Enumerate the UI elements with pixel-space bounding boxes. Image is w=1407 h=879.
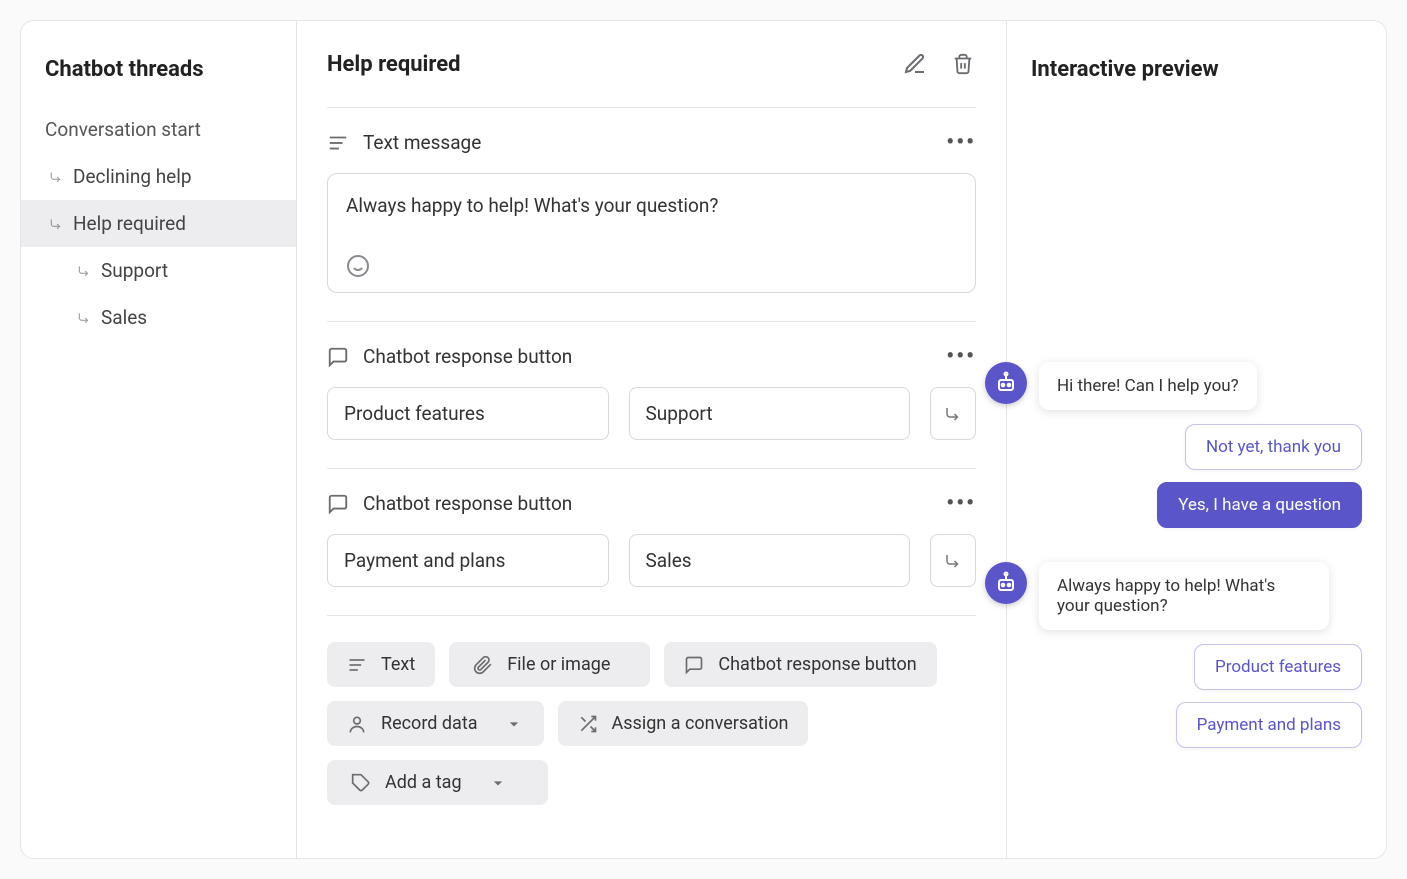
text-message-card[interactable]: Always happy to help! What's your questi…: [327, 173, 976, 293]
chat-area: Hi there! Can I help you? Not yet, thank…: [1031, 362, 1362, 748]
block-header: Chatbot response button •••: [327, 491, 976, 516]
text-lines-icon: [327, 132, 349, 154]
block-text-message: Text message ••• Always happy to help! W…: [327, 108, 976, 322]
add-tag-button[interactable]: Add a tag: [327, 760, 548, 805]
block-response-2: Chatbot response button ••• Payment and …: [327, 469, 976, 616]
response-label-input[interactable]: Product features: [327, 387, 609, 440]
toolbar-label: Add a tag: [385, 772, 462, 793]
sidebar-item-label: Help required: [73, 212, 186, 235]
toolbar-label: Text: [381, 654, 415, 675]
bot-message-row: Hi there! Can I help you?: [1031, 362, 1362, 410]
bot-message: Always happy to help! What's your questi…: [1039, 562, 1329, 630]
main-header: Help required: [327, 51, 976, 108]
sidebar-item-label: Support: [101, 259, 168, 282]
app-frame: Chatbot threads Conversation start Decli…: [20, 20, 1387, 859]
bot-message-row: Always happy to help! What's your questi…: [1031, 562, 1362, 630]
paperclip-icon: [473, 655, 493, 675]
toolbar-label: Chatbot response button: [718, 654, 916, 675]
response-target-input[interactable]: Sales: [629, 534, 911, 587]
block-more-button[interactable]: •••: [946, 491, 976, 516]
sub-arrow-icon: [77, 264, 91, 278]
preview-choice-yes-question[interactable]: Yes, I have a question: [1157, 482, 1362, 528]
toolbar-label: Assign a conversation: [612, 713, 789, 734]
toolbar-label: File or image: [507, 654, 610, 675]
chat-bubble-icon: [327, 493, 349, 515]
text-message-content[interactable]: Always happy to help! What's your questi…: [346, 194, 957, 217]
bot-message: Hi there! Can I help you?: [1039, 362, 1257, 410]
add-response-button[interactable]: Chatbot response button: [664, 642, 936, 687]
add-block-toolbar: Text File or image Chatbot response butt…: [327, 616, 976, 805]
block-header: Text message •••: [327, 130, 976, 155]
preview-choice-payment-plans[interactable]: Payment and plans: [1176, 702, 1362, 748]
sub-arrow-icon: [49, 217, 63, 231]
chevron-down-icon: [488, 773, 508, 793]
delete-button[interactable]: [950, 51, 976, 77]
preview-title: Interactive preview: [1031, 57, 1362, 82]
person-icon: [347, 714, 367, 734]
sidebar-root-item[interactable]: Conversation start: [21, 106, 296, 153]
response-link-button[interactable]: [930, 387, 976, 440]
edit-button[interactable]: [902, 51, 928, 77]
bot-avatar-icon: [985, 562, 1027, 604]
assign-conversation-button[interactable]: Assign a conversation: [558, 701, 809, 746]
sidebar-item-declining-help[interactable]: Declining help: [21, 153, 296, 200]
add-text-button[interactable]: Text: [327, 642, 435, 687]
sub-arrow-icon: [49, 170, 63, 184]
response-target-input[interactable]: Support: [629, 387, 911, 440]
block-title: Chatbot response button: [363, 345, 572, 368]
emoji-picker-button[interactable]: [346, 254, 370, 278]
choice-group-2: Product features Payment and plans: [1031, 644, 1362, 748]
choice-group-1: Not yet, thank you Yes, I have a questio…: [1031, 424, 1362, 528]
thread-title: Help required: [327, 52, 460, 77]
response-link-button[interactable]: [930, 534, 976, 587]
main-editor: Help required Text message ••• Always ha…: [297, 21, 1006, 858]
sidebar-item-help-required[interactable]: Help required: [21, 200, 296, 247]
sidebar-item-support[interactable]: Support: [21, 247, 296, 294]
preview-panel: Interactive preview Hi there! Can I help…: [1006, 21, 1386, 858]
sidebar-title: Chatbot threads: [21, 57, 296, 106]
add-file-button[interactable]: File or image: [449, 642, 650, 687]
chat-bubble-icon: [327, 346, 349, 368]
tag-icon: [351, 773, 371, 793]
block-title: Text message: [363, 131, 481, 154]
shuffle-icon: [578, 714, 598, 734]
block-more-button[interactable]: •••: [946, 344, 976, 369]
sidebar-item-sales[interactable]: Sales: [21, 294, 296, 341]
preview-choice-not-yet[interactable]: Not yet, thank you: [1185, 424, 1362, 470]
chat-bubble-icon: [684, 655, 704, 675]
sub-arrow-icon: [77, 311, 91, 325]
sidebar: Chatbot threads Conversation start Decli…: [21, 21, 297, 858]
block-more-button[interactable]: •••: [946, 130, 976, 155]
header-actions: [902, 51, 976, 77]
sidebar-item-label: Declining help: [73, 165, 192, 188]
chevron-down-icon: [504, 714, 524, 734]
toolbar-label: Record data: [381, 713, 478, 734]
block-response-1: Chatbot response button ••• Product feat…: [327, 322, 976, 469]
sidebar-item-label: Sales: [101, 306, 147, 329]
record-data-button[interactable]: Record data: [327, 701, 544, 746]
bot-avatar-icon: [985, 362, 1027, 404]
block-header: Chatbot response button •••: [327, 344, 976, 369]
preview-choice-product-features[interactable]: Product features: [1194, 644, 1362, 690]
block-title: Chatbot response button: [363, 492, 572, 515]
response-label-input[interactable]: Payment and plans: [327, 534, 609, 587]
text-lines-icon: [347, 655, 367, 675]
